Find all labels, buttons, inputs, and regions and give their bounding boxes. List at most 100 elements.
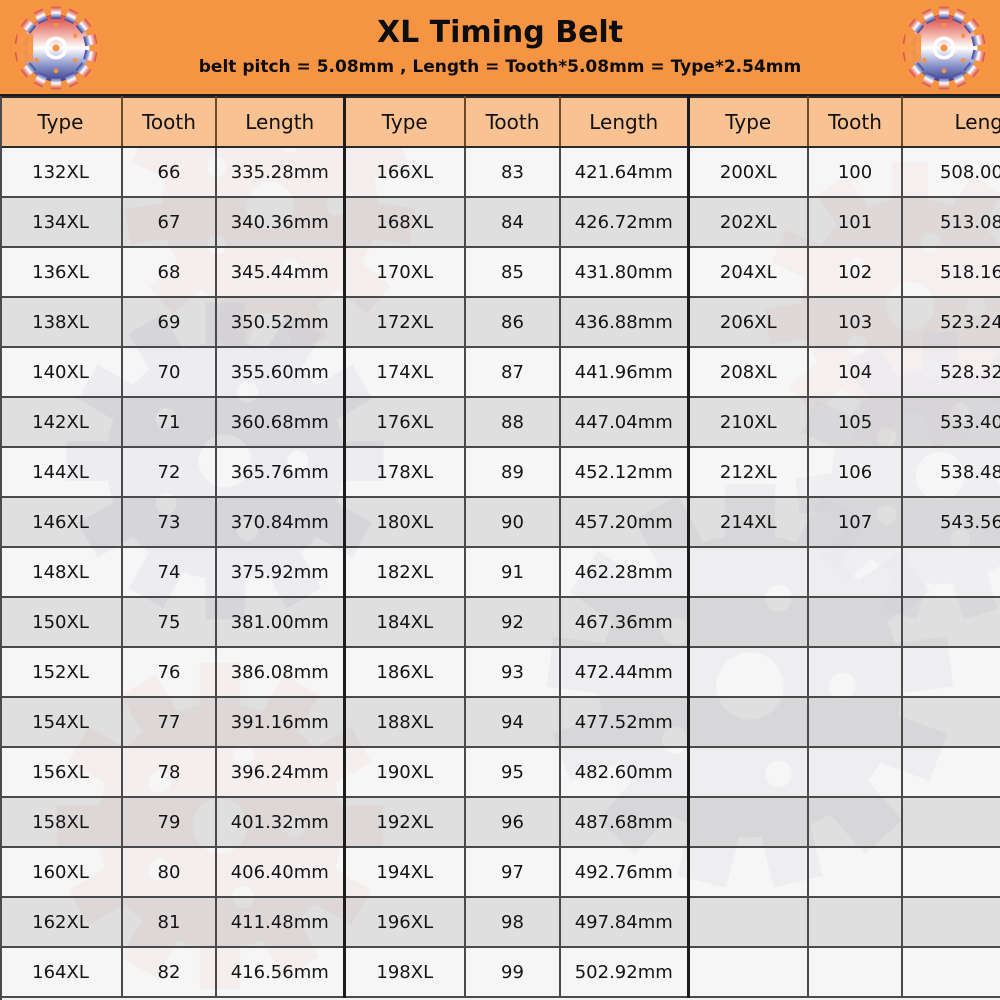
table-cell-tooth: 88 — [465, 397, 561, 448]
table-cell-length: 401.32mm — [216, 797, 346, 848]
table-cell-type: 178XL — [344, 447, 466, 498]
column-header-type-2: Type — [344, 96, 466, 148]
table-cell-tooth: 80 — [122, 847, 217, 898]
table-cell-type: 180XL — [344, 497, 466, 548]
table-cell-type: 146XL — [0, 497, 123, 548]
table-cell-tooth: 100 — [808, 147, 903, 198]
table-cell-tooth: 103 — [808, 297, 903, 348]
table-cell-type: 166XL — [344, 147, 466, 198]
table-row: 150XL 75 381.00mm 184XL 92 467.36mm — [0, 597, 1000, 648]
table-cell-type: 198XL — [344, 947, 466, 998]
table-cell-length: 426.72mm — [560, 197, 690, 248]
table-cell-tooth: 76 — [122, 647, 217, 698]
table-cell-tooth — [808, 547, 903, 598]
table-cell-type: 168XL — [344, 197, 466, 248]
table-cell-tooth: 102 — [808, 247, 903, 298]
table-cell-tooth: 90 — [465, 497, 561, 548]
table-cell-type: 132XL — [0, 147, 123, 198]
table-cell-type: 134XL — [0, 197, 123, 248]
table-cell-length: 447.04mm — [560, 397, 690, 448]
table-cell-type: 214XL — [688, 497, 809, 548]
table-cell-length: 335.28mm — [216, 147, 346, 198]
table-cell-length: 421.64mm — [560, 147, 690, 198]
table-row: 158XL 79 401.32mm 192XL 96 487.68mm — [0, 797, 1000, 848]
table-cell-tooth: 92 — [465, 597, 561, 648]
table-cell-type: 154XL — [0, 697, 123, 748]
table-cell-length: 416.56mm — [216, 947, 346, 998]
table-row: 136XL 68 345.44mm 170XL 85 431.80mm 204XL 102 51… — [0, 247, 1000, 298]
table-cell-length: 487.68mm — [560, 797, 690, 848]
table-cell-length — [902, 897, 1000, 948]
table-cell-type: 138XL — [0, 297, 123, 348]
table-row: 160XL 80 406.40mm 194XL 97 492.76mm — [0, 847, 1000, 898]
table-cell-tooth: 66 — [122, 147, 217, 198]
column-header-tooth-2: Tooth — [465, 96, 561, 148]
table-cell-type: 162XL — [0, 897, 123, 948]
page-title: XL Timing Belt — [376, 15, 624, 50]
table-cell-length: 431.80mm — [560, 247, 690, 298]
table-row: 146XL 73 370.84mm 180XL 90 457.20mm 214XL 107 54… — [0, 497, 1000, 548]
table-cell-tooth: 78 — [122, 747, 217, 798]
table-cell-length: 492.76mm — [560, 847, 690, 898]
table-cell-length: 340.36mm — [216, 197, 346, 248]
column-header-length-2: Length — [560, 96, 690, 148]
table-cell-type — [688, 547, 809, 598]
table-cell-tooth: 107 — [808, 497, 903, 548]
page-subtitle: belt pitch = 5.08mm , Length = Tooth*5.0… — [198, 57, 802, 77]
table-cell-length: 452.12mm — [560, 447, 690, 498]
table-cell-length: 497.84mm — [560, 897, 690, 948]
gear-icon — [894, 4, 994, 94]
table-cell-type: 202XL — [688, 197, 809, 248]
table-cell-length: 360.68mm — [216, 397, 346, 448]
table-cell-type: 176XL — [344, 397, 466, 448]
table-cell-tooth: 94 — [465, 697, 561, 748]
table-cell-length — [902, 647, 1000, 698]
table-cell-tooth: 79 — [122, 797, 217, 848]
table-cell-type — [688, 597, 809, 648]
table-cell-length: 533.40mm — [902, 397, 1000, 448]
table-cell-length: 538.48mm — [902, 447, 1000, 498]
table-cell-tooth — [808, 947, 903, 998]
table-cell-tooth — [808, 647, 903, 698]
table-cell-type — [688, 747, 809, 798]
table-cell-tooth: 96 — [465, 797, 561, 848]
table-cell-type: 148XL — [0, 547, 123, 598]
table-row: 134XL 67 340.36mm 168XL 84 426.72mm 202XL 101 51… — [0, 197, 1000, 248]
table-cell-length: 502.92mm — [560, 947, 690, 998]
table-cell-length — [902, 597, 1000, 648]
table-cell-length: 457.20mm — [560, 497, 690, 548]
table-cell-length: 462.28mm — [560, 547, 690, 598]
table-cell-tooth: 89 — [465, 447, 561, 498]
table-cell-type: 152XL — [0, 647, 123, 698]
table-cell-length: 375.92mm — [216, 547, 346, 598]
table-cell-tooth: 86 — [465, 297, 561, 348]
table-cell-tooth: 82 — [122, 947, 217, 998]
table-header: Type Tooth Length Type Tooth Length Type Tooth L… — [0, 96, 1000, 148]
table-cell-length — [902, 947, 1000, 998]
table-cell-tooth — [808, 847, 903, 898]
table-row: 156XL 78 396.24mm 190XL 95 482.60mm — [0, 747, 1000, 798]
table-cell-type: 200XL — [688, 147, 809, 198]
table-cell-length: 472.44mm — [560, 647, 690, 698]
table-cell-length: 386.08mm — [216, 647, 346, 698]
table-cell-tooth: 77 — [122, 697, 217, 748]
table-cell-length — [902, 547, 1000, 598]
table-cell-type — [688, 697, 809, 748]
table-cell-length: 477.52mm — [560, 697, 690, 748]
table-cell-length: 467.36mm — [560, 597, 690, 648]
column-header-tooth-1: Tooth — [122, 96, 217, 148]
table-cell-type: 210XL — [688, 397, 809, 448]
table-cell-length: 543.56mm — [902, 497, 1000, 548]
table-cell-type: 212XL — [688, 447, 809, 498]
table-cell-length: 528.32mm — [902, 347, 1000, 398]
table-row: 152XL 76 386.08mm 186XL 93 472.44mm — [0, 647, 1000, 698]
table-cell-length: 441.96mm — [560, 347, 690, 398]
table-cell-type: 164XL — [0, 947, 123, 998]
table-cell-length — [902, 747, 1000, 798]
table-row: 144XL 72 365.76mm 178XL 89 452.12mm 212XL 106 53… — [0, 447, 1000, 498]
table-cell-type: 190XL — [344, 747, 466, 798]
table-row: 164XL 82 416.56mm 198XL 99 502.92mm — [0, 947, 1000, 998]
table-cell-tooth: 73 — [122, 497, 217, 548]
table-cell-tooth: 104 — [808, 347, 903, 398]
table-row: 132XL 66 335.28mm 166XL 83 421.64mm 200XL 100 50… — [0, 147, 1000, 198]
